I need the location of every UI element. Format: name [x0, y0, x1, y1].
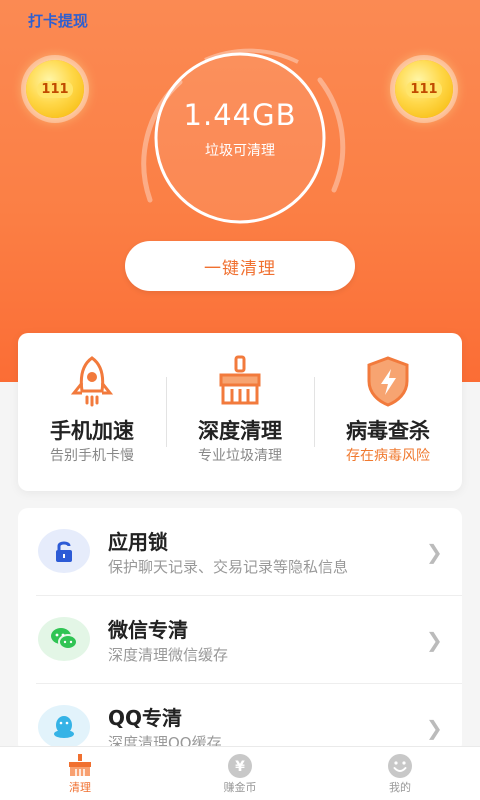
broom-icon — [69, 754, 91, 776]
feature-subtitle: 告别手机卡慢 — [50, 448, 134, 464]
list-item-subtitle: 保护聊天记录、交易记录等隐私信息 — [108, 558, 349, 576]
tab-earn-coins[interactable]: ¥ 赚金币 — [160, 747, 320, 800]
tab-clean[interactable]: 清理 — [0, 747, 160, 800]
broom-icon — [219, 355, 261, 405]
shield-lightning-icon — [367, 356, 409, 407]
coin-value: 111 — [406, 80, 442, 98]
feature-title: 手机加速 — [50, 419, 134, 443]
one-click-clean-button[interactable]: 一键清理 — [125, 241, 355, 291]
list-item-wechat-clean[interactable]: 微信专清 深度清理微信缓存 ❯ — [18, 596, 462, 683]
feature-title: 深度清理 — [198, 419, 282, 443]
smiley-icon — [388, 754, 412, 778]
feature-subtitle: 专业垃圾清理 — [198, 448, 282, 464]
tab-mine[interactable]: 我的 — [320, 747, 480, 800]
tab-label: 赚金币 — [223, 781, 257, 794]
list-item-qq-clean[interactable]: QQ专清 深度清理QQ缓存 ❯ — [18, 684, 462, 753]
yen-coin-icon: ¥ — [228, 754, 252, 778]
feature-deep-clean[interactable]: 深度清理 专业垃圾清理 — [166, 333, 314, 491]
feature-virus-scan[interactable]: 病毒查杀 存在病毒风险 — [314, 333, 462, 491]
chevron-right-icon: ❯ — [426, 540, 443, 564]
feature-phone-boost[interactable]: 手机加速 告别手机卡慢 — [18, 333, 166, 491]
list-item-app-lock[interactable]: 应用锁 保护聊天记录、交易记录等隐私信息 ❯ — [18, 508, 462, 595]
list-item-subtitle: 深度清理微信缓存 — [108, 646, 229, 664]
chevron-right-icon: ❯ — [426, 716, 443, 740]
tab-label: 清理 — [69, 781, 91, 794]
checkin-withdraw-link[interactable]: 打卡提现 — [28, 10, 88, 31]
list-item-title: 应用锁 — [108, 530, 168, 554]
svg-text:¥: ¥ — [235, 759, 245, 775]
bottom-tab-bar: 清理 ¥ 赚金币 我的 — [0, 746, 480, 800]
wechat-icon — [38, 617, 90, 661]
tab-label: 我的 — [389, 781, 411, 794]
lock-icon — [38, 529, 90, 573]
chevron-right-icon: ❯ — [426, 628, 443, 652]
junk-size-label: 垃圾可清理 — [205, 143, 275, 159]
tools-list: 应用锁 保护聊天记录、交易记录等隐私信息 ❯ 微信专清 深度清理微信缓存 ❯ Q… — [18, 508, 462, 753]
feature-title: 病毒查杀 — [346, 419, 430, 443]
list-item-title: QQ专清 — [108, 706, 183, 730]
coin-value: 111 — [37, 80, 73, 98]
rocket-icon — [70, 356, 114, 407]
list-item-title: 微信专清 — [108, 618, 188, 642]
qq-icon — [38, 705, 90, 749]
feature-subtitle: 存在病毒风险 — [346, 448, 430, 464]
feature-card: 手机加速 告别手机卡慢 深度清理 专业垃圾清理 病毒查杀 存在病毒风险 — [18, 333, 462, 491]
junk-size-value: 1.44GB — [183, 98, 297, 132]
